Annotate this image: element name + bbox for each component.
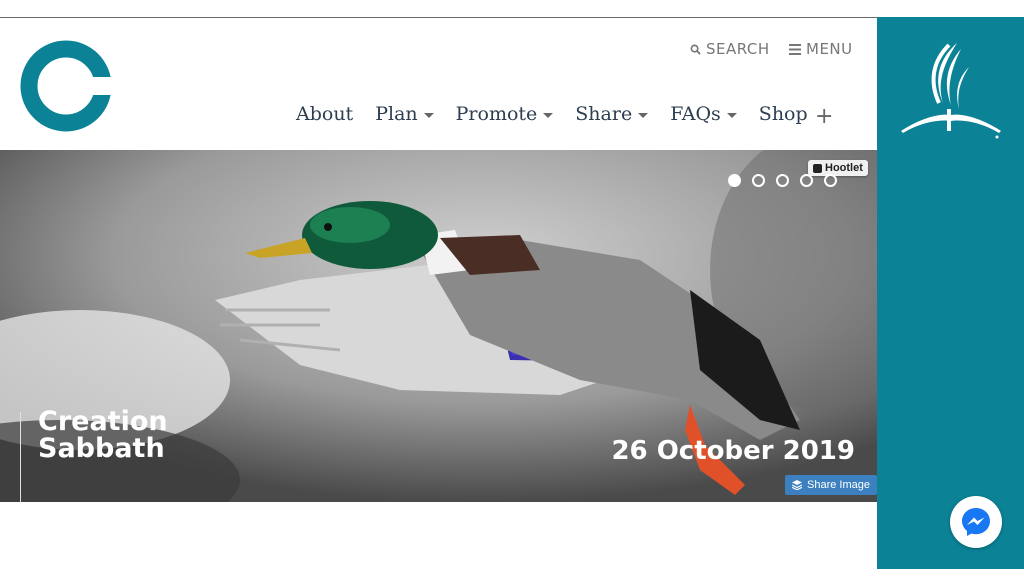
nav-item-promote[interactable]: Promote bbox=[456, 103, 554, 125]
slider-dot[interactable] bbox=[776, 174, 789, 187]
slider-dot[interactable] bbox=[800, 174, 813, 187]
caret-down-icon bbox=[726, 112, 737, 118]
hero-title-line: Sabbath bbox=[38, 433, 165, 464]
slider-dot[interactable] bbox=[752, 174, 765, 187]
title-divider bbox=[20, 412, 21, 502]
nav-item-label: Share bbox=[575, 103, 633, 125]
menu-button[interactable]: MENU bbox=[789, 40, 853, 58]
main-nav: About Plan Promote Share FAQs Shop bbox=[296, 103, 830, 125]
hero-title-line: Creation bbox=[38, 406, 168, 437]
nav-item-label: Shop bbox=[758, 103, 808, 125]
layers-icon bbox=[792, 480, 802, 490]
slider-dot[interactable] bbox=[824, 174, 837, 187]
share-image-button[interactable]: Share Image bbox=[785, 475, 877, 495]
top-divider bbox=[0, 17, 877, 18]
sda-church-logo-icon[interactable] bbox=[899, 39, 1003, 139]
hamburger-icon bbox=[789, 43, 801, 55]
messenger-chat-button[interactable] bbox=[950, 496, 1002, 548]
nav-item-faqs[interactable]: FAQs bbox=[670, 103, 737, 125]
brand-sidebar bbox=[877, 17, 1024, 569]
nav-item-label: Plan bbox=[375, 103, 418, 125]
caret-down-icon bbox=[638, 112, 649, 118]
slider-dot[interactable] bbox=[728, 174, 741, 187]
more-plus-button[interactable]: + bbox=[815, 104, 833, 129]
search-label: SEARCH bbox=[706, 40, 770, 58]
hero-title: Creation Sabbath bbox=[38, 408, 168, 462]
nav-item-plan[interactable]: Plan bbox=[375, 103, 434, 125]
nav-item-label: Promote bbox=[455, 103, 538, 125]
slider-dots bbox=[728, 174, 837, 187]
caret-down-icon bbox=[543, 112, 554, 118]
messenger-icon bbox=[962, 508, 990, 536]
nav-item-label: About bbox=[296, 103, 354, 125]
menu-label: MENU bbox=[806, 40, 853, 58]
owl-icon bbox=[813, 163, 822, 173]
nav-item-label: FAQs bbox=[670, 103, 721, 125]
creation-logo-icon[interactable] bbox=[20, 40, 112, 132]
hero-slider[interactable]: Hootlet Creation Sabbath 26 October 2019… bbox=[0, 150, 877, 502]
search-icon bbox=[690, 44, 701, 55]
hero-date: 26 October 2019 bbox=[611, 436, 855, 466]
search-button[interactable]: SEARCH bbox=[690, 40, 770, 58]
nav-item-about[interactable]: About bbox=[296, 103, 353, 125]
caret-down-icon bbox=[423, 112, 434, 118]
nav-item-share[interactable]: Share bbox=[575, 103, 649, 125]
nav-item-shop[interactable]: Shop bbox=[759, 103, 808, 125]
hootlet-label: Hootlet bbox=[825, 162, 863, 174]
share-image-label: Share Image bbox=[807, 479, 870, 491]
